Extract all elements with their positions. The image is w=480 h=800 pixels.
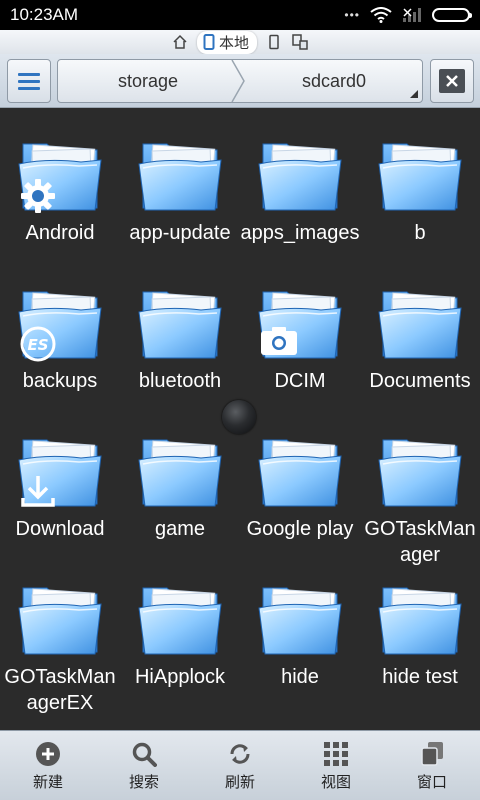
wifi-icon bbox=[370, 7, 392, 23]
folder-label: GOTaskManagerEX bbox=[4, 666, 116, 714]
breadcrumb-storage[interactable]: storage bbox=[58, 60, 238, 102]
folder-icon bbox=[377, 138, 463, 214]
plus-circle-icon bbox=[34, 740, 62, 768]
local-mode-label: 本地 bbox=[218, 34, 249, 52]
folder-label: Documents bbox=[369, 370, 471, 392]
folder-tile[interactable]: DCIM bbox=[240, 256, 360, 404]
folder-label: DCIM bbox=[274, 370, 326, 392]
folder-tile[interactable]: Android bbox=[0, 108, 120, 256]
folder-label: apps_images bbox=[240, 222, 360, 244]
folder-tile[interactable]: Documents bbox=[360, 256, 480, 404]
network-icon[interactable] bbox=[291, 33, 309, 51]
folder-icon bbox=[17, 582, 103, 658]
notification-dots-icon: ••• bbox=[344, 8, 360, 22]
battery-icon bbox=[432, 8, 472, 22]
status-bar: 10:23AM ••• bbox=[0, 0, 480, 30]
folder-icon bbox=[257, 582, 343, 658]
folder-label: app-update bbox=[129, 222, 231, 244]
home-icon[interactable] bbox=[171, 33, 189, 51]
folder-tile[interactable]: Download bbox=[0, 404, 120, 552]
folder-tile[interactable]: ES backups bbox=[0, 256, 120, 404]
search-button[interactable]: 搜索 bbox=[96, 731, 192, 800]
folder-label: game bbox=[154, 518, 206, 540]
device-icon[interactable] bbox=[265, 33, 283, 51]
folder-icon bbox=[377, 434, 463, 510]
phone-icon bbox=[203, 34, 215, 50]
folder-label: Google play bbox=[246, 518, 354, 540]
status-time: 10:23AM bbox=[10, 5, 79, 24]
breadcrumb-sdcard0[interactable]: sdcard0 bbox=[246, 60, 422, 102]
download-icon bbox=[20, 474, 56, 513]
camera-icon bbox=[260, 326, 298, 361]
folder-icon bbox=[137, 138, 223, 214]
new-label: 新建 bbox=[32, 773, 63, 791]
folder-icon bbox=[377, 582, 463, 658]
folder-icon bbox=[257, 138, 343, 214]
refresh-label: 刷新 bbox=[224, 773, 255, 791]
close-button[interactable] bbox=[430, 59, 474, 103]
signal-icon bbox=[403, 8, 421, 22]
refresh-icon bbox=[226, 740, 254, 768]
es-logo-icon: ES bbox=[20, 326, 56, 367]
folder-label: Download bbox=[15, 518, 105, 540]
windows-icon bbox=[418, 740, 446, 768]
folder-label: backups bbox=[22, 370, 98, 392]
refresh-button[interactable]: 刷新 bbox=[192, 731, 288, 800]
folder-tile[interactable]: HiApplock bbox=[120, 552, 240, 700]
path-toolbar: storage sdcard0 bbox=[0, 54, 480, 108]
folder-tile[interactable]: game bbox=[120, 404, 240, 552]
windows-label: 窗口 bbox=[416, 773, 447, 791]
search-label: 搜索 bbox=[128, 773, 159, 791]
folder-icon bbox=[257, 434, 343, 510]
folder-label: hide bbox=[281, 666, 319, 688]
search-icon bbox=[130, 740, 158, 768]
folder-tile[interactable]: apps_images bbox=[240, 108, 360, 256]
svg-text:ES: ES bbox=[27, 336, 48, 354]
status-icons: ••• bbox=[344, 7, 472, 23]
dropdown-corner-icon[interactable] bbox=[410, 90, 418, 98]
gear-icon bbox=[20, 178, 56, 219]
folder-tile[interactable]: GOTaskManagerEX bbox=[0, 552, 120, 714]
folder-tile[interactable]: Google play bbox=[240, 404, 360, 552]
close-icon bbox=[439, 69, 465, 93]
bottom-toolbar: 新建 搜索 刷新 视图 窗口 bbox=[0, 730, 480, 800]
mode-strip: 本地 bbox=[0, 30, 480, 54]
folder-label: HiApplock bbox=[134, 666, 226, 688]
folder-tile[interactable]: b bbox=[360, 108, 480, 256]
folder-tile[interactable]: hide bbox=[240, 552, 360, 700]
breadcrumb: storage sdcard0 bbox=[57, 59, 423, 103]
folder-label: b bbox=[414, 222, 426, 244]
folder-label: hide test bbox=[382, 666, 458, 688]
menu-icon-line bbox=[18, 86, 40, 90]
menu-icon-line bbox=[18, 72, 40, 76]
folder-tile[interactable]: hide test bbox=[360, 552, 480, 700]
grid-view-icon bbox=[322, 740, 350, 768]
folder-tile[interactable]: app-update bbox=[120, 108, 240, 256]
windows-button[interactable]: 窗口 bbox=[384, 731, 480, 800]
new-button[interactable]: 新建 bbox=[0, 731, 96, 800]
folder-icon bbox=[137, 286, 223, 362]
folder-tile[interactable]: bluetooth bbox=[120, 256, 240, 404]
menu-icon-line bbox=[18, 79, 40, 83]
folder-icon bbox=[137, 582, 223, 658]
menu-button[interactable] bbox=[7, 59, 51, 103]
view-button[interactable]: 视图 bbox=[288, 731, 384, 800]
folder-icon bbox=[137, 434, 223, 510]
folder-label: bluetooth bbox=[138, 370, 222, 392]
breadcrumb-separator-icon bbox=[231, 60, 245, 102]
folder-label: Android bbox=[25, 222, 95, 244]
folder-icon bbox=[377, 286, 463, 362]
folder-tile[interactable]: GOTaskManager bbox=[360, 404, 480, 566]
local-mode-tab[interactable]: 本地 bbox=[196, 30, 257, 54]
view-label: 视图 bbox=[320, 773, 351, 791]
loading-spinner-icon bbox=[222, 400, 256, 434]
